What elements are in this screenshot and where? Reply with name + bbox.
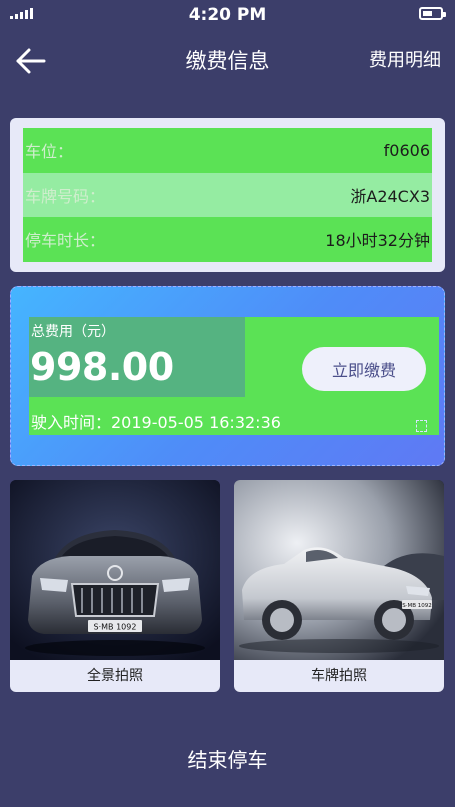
info-label: 停车时长： [25, 231, 106, 251]
car-side-photo: S·MB 1092 [234, 480, 444, 660]
pay-now-button[interactable]: 立即缴费 [302, 347, 426, 391]
entry-time: 驶入时间：2019-05-05 16:32:36 [31, 413, 281, 432]
plate-photo-tile[interactable]: S·MB 1092 车牌拍照 [234, 480, 444, 692]
battery-icon [419, 7, 446, 20]
status-time: 4:20 PM [188, 5, 267, 25]
info-value: f0606 [383, 140, 430, 160]
end-parking-button[interactable]: 结束停车 [0, 744, 455, 776]
info-value: 18小时32分钟 [325, 231, 430, 251]
license-plate-text: S·MB 1092 [402, 603, 432, 609]
fee-detail-link[interactable]: 费用明细 [369, 46, 441, 76]
total-fee-label: 总费用（元） [31, 324, 115, 340]
info-row-duration: 停车时长： 18小时32分钟 [23, 217, 432, 262]
info-row-plate: 车牌号码： 浙A24CX3 [23, 172, 432, 218]
info-label: 车位： [25, 142, 74, 162]
panorama-photo-tile[interactable]: S·MB 1092 全景拍照 [10, 480, 220, 692]
status-bar: 4:20 PM [0, 0, 455, 28]
info-label: 车牌号码： [25, 186, 106, 206]
total-fee-amount: 998.00 [30, 345, 174, 389]
info-value: 浙A24CX3 [350, 186, 430, 206]
resize-handle-icon [416, 420, 427, 432]
license-plate-text: S·MB 1092 [94, 623, 137, 632]
parking-info-card: 车位： f0606 车牌号码： 浙A24CX3 停车时长： 18小时32分钟 [10, 118, 445, 272]
fee-card: 总费用（元） 998.00 立即缴费 驶入时间：2019-05-05 16:32… [10, 286, 445, 466]
panorama-photo-caption: 全景拍照 [10, 660, 220, 692]
car-front-photo: S·MB 1092 [10, 480, 220, 660]
info-row-space: 车位： f0606 [23, 128, 432, 173]
plate-photo-caption: 车牌拍照 [234, 660, 444, 692]
